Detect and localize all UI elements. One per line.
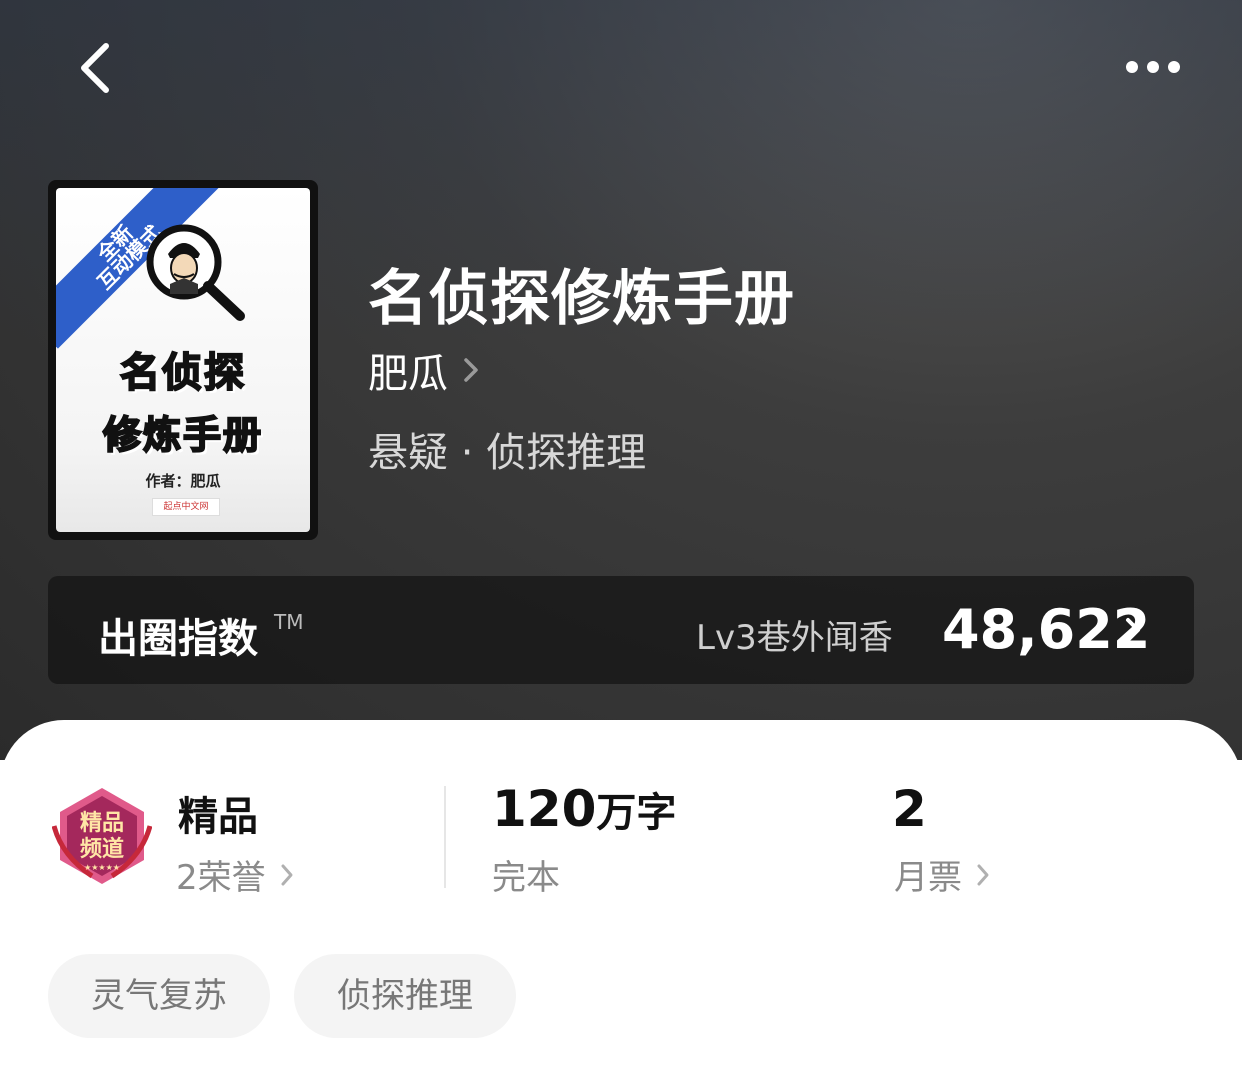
chevron-right-icon <box>977 864 989 885</box>
word-count: 120万字 <box>492 780 676 838</box>
badge-line2: 频道 <box>80 836 124 862</box>
index-label: 出圈指数 <box>98 616 258 662</box>
monthly-tickets-label: 月票 <box>894 858 962 898</box>
stat-divider <box>444 786 446 888</box>
tag-chip[interactable]: 灵气复苏 <box>48 954 270 1038</box>
chevron-right-icon <box>281 864 293 885</box>
honors-link[interactable]: 2荣誉 <box>176 850 294 899</box>
chevron-right-icon <box>1126 618 1140 642</box>
back-button[interactable] <box>70 36 126 100</box>
genre-label: 悬疑 · 侦探推理 <box>368 430 647 476</box>
monthly-tickets-link[interactable]: 月票 <box>894 850 990 899</box>
index-level: Lv3巷外闻香 <box>696 618 893 658</box>
cover-title-line2: 修炼手册 <box>102 412 263 458</box>
cover-title-line1: 名侦探 <box>119 349 246 397</box>
quality-title: 精品 <box>178 794 258 840</box>
magnifier-detective-icon <box>146 224 245 321</box>
quality-badge-icon: 精品 频道 ★★★★★ <box>51 788 153 884</box>
book-cover[interactable]: 全新 互动模式 名侦探 修炼手册 作者：肥瓜 起点中文网 <box>48 180 318 540</box>
chevron-right-icon <box>464 358 478 382</box>
tag-chip[interactable]: 侦探推理 <box>294 954 516 1038</box>
more-button[interactable] <box>1118 48 1188 84</box>
badge-line1: 精品 <box>80 810 124 836</box>
popularity-index-bar[interactable]: 出圈指数 TM Lv3巷外闻香 48,622 <box>48 576 1194 684</box>
completion-status: 完本 <box>492 858 560 898</box>
trademark-mark: TM <box>274 610 304 634</box>
honors-count: 2荣誉 <box>176 858 266 898</box>
word-count-unit: 万字 <box>596 790 677 836</box>
svg-text:★★★★★: ★★★★★ <box>84 863 120 872</box>
index-value: 48,622 <box>942 598 1151 661</box>
word-count-number: 120 <box>492 780 597 838</box>
book-title: 名侦探修炼手册 <box>368 264 795 334</box>
quality-channel-badge[interactable]: 精品 频道 ★★★★★ <box>51 786 153 886</box>
cover-author: 作者：肥瓜 <box>145 472 221 490</box>
publisher-logo: 起点中文网 <box>152 498 220 516</box>
author-name: 肥瓜 <box>368 351 448 397</box>
author-link[interactable]: 肥瓜 <box>368 344 480 397</box>
monthly-tickets-count: 2 <box>892 780 927 838</box>
chevron-left-icon <box>81 43 109 93</box>
